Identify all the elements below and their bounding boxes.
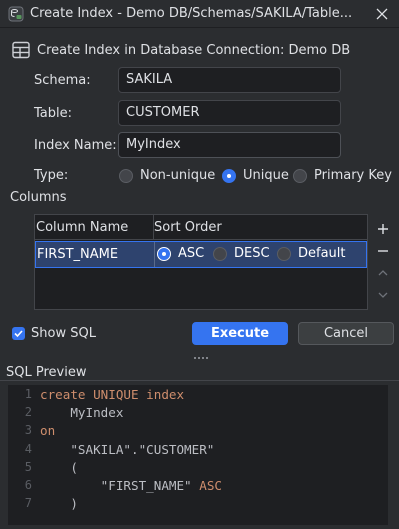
radio-on-icon [222, 168, 236, 183]
add-column-button[interactable] [375, 221, 391, 237]
sql-text: ( [40, 459, 78, 475]
column-name-cell[interactable]: FIRST_NAME [37, 242, 154, 267]
show-sql-label: Show SQL [31, 326, 96, 341]
column-header-column-name[interactable]: Column Name [35, 215, 154, 240]
schema-label: Schema: [34, 73, 91, 88]
sort-desc-label: DESC [234, 246, 270, 261]
type-primary-key-label: Primary Key [314, 168, 392, 183]
code-line: ) [40, 496, 78, 511]
sort-order-cell: ASC DESC Default [154, 242, 366, 267]
type-primary-key-radio[interactable]: Primary Key [293, 168, 392, 183]
sql-keyword: on [40, 423, 56, 439]
type-non-unique-radio[interactable]: Non-unique [119, 168, 215, 183]
checkbox-checked-icon [12, 327, 25, 340]
sql-text: "FIRST_NAME" [40, 478, 200, 493]
table-row[interactable]: FIRST_NAME ASC DESC Default [35, 241, 367, 268]
line-number: 5 [24, 459, 32, 474]
columns-table: Column Name Sort Order FIRST_NAME ASC DE… [34, 214, 368, 310]
sort-asc-radio[interactable]: ASC [157, 246, 204, 261]
close-icon [376, 8, 388, 20]
line-number-gutter: 1 2 3 4 5 6 7 [8, 385, 38, 525]
schema-field[interactable]: SAKILA [118, 67, 341, 93]
minus-icon [378, 250, 388, 252]
type-label: Type: [34, 168, 69, 183]
type-non-unique-label: Non-unique [140, 168, 216, 183]
title-bar: Create Index - Demo DB/Schemas/SAKILA/Ta… [0, 0, 399, 28]
radio-off-icon [293, 168, 307, 183]
radio-on-icon [157, 246, 171, 261]
code-line: ( [40, 460, 78, 475]
close-button[interactable] [372, 4, 392, 24]
splitter-handle[interactable] [193, 355, 209, 361]
sort-default-label: Default [298, 246, 346, 261]
radio-off-icon [213, 246, 227, 261]
sql-text: "SAKILA"."CUSTOMER" [40, 441, 215, 457]
chevron-down-icon [378, 292, 388, 298]
move-up-button[interactable] [375, 265, 391, 281]
radio-off-icon [277, 246, 291, 261]
code-line: "FIRST_NAME" ASC [40, 478, 222, 493]
sql-keyword: ASC [199, 478, 222, 493]
column-header-sort-order[interactable]: Sort Order [154, 215, 367, 240]
show-sql-checkbox[interactable]: Show SQL [12, 326, 96, 341]
cancel-button[interactable]: Cancel [298, 322, 394, 345]
table-icon [12, 41, 30, 59]
line-number: 2 [24, 405, 32, 420]
line-number: 1 [24, 387, 32, 401]
plus-icon [378, 224, 388, 234]
remove-column-button[interactable] [375, 243, 391, 259]
table-label: Table: [34, 106, 72, 121]
columns-section-label: Columns [10, 190, 67, 205]
code-line: create UNIQUE index [40, 387, 184, 402]
radio-off-icon [119, 168, 133, 183]
sql-keyword: create UNIQUE index [40, 387, 185, 402]
type-unique-label: Unique [243, 168, 289, 183]
chevron-up-icon [378, 270, 388, 276]
sql-text: MyIndex [40, 405, 124, 421]
code-line: MyIndex [40, 405, 123, 420]
code-line: on [40, 423, 55, 438]
type-unique-radio[interactable]: Unique [222, 168, 289, 183]
window-title: Create Index - Demo DB/Schemas/SAKILA/Ta… [30, 6, 353, 21]
execute-button[interactable]: Execute [192, 322, 288, 345]
table-field[interactable]: CUSTOMER [118, 100, 341, 126]
line-number: 4 [24, 441, 32, 456]
move-down-button[interactable] [375, 287, 391, 303]
line-number: 3 [24, 423, 32, 438]
index-name-input[interactable]: MyIndex [118, 132, 341, 158]
sql-preview-label: SQL Preview [6, 365, 87, 380]
code-line: "SAKILA"."CUSTOMER" [40, 442, 214, 457]
index-name-label: Index Name: [34, 138, 117, 153]
dialog-header-text: Create Index in Database Connection: Dem… [37, 42, 351, 58]
sql-preview-editor[interactable]: 1 2 3 4 5 6 7 create UNIQUE index MyIndex on "S… [8, 385, 388, 525]
dialog-header: Create Index in Database Connection: Dem… [12, 40, 350, 60]
database-console-icon [8, 6, 24, 22]
sort-desc-radio[interactable]: DESC [213, 246, 270, 261]
line-number: 7 [24, 496, 32, 511]
divider [0, 380, 399, 381]
line-number: 6 [24, 478, 32, 492]
sort-default-radio[interactable]: Default [277, 246, 346, 261]
sql-text: ) [40, 496, 78, 512]
sort-asc-label: ASC [178, 246, 205, 261]
